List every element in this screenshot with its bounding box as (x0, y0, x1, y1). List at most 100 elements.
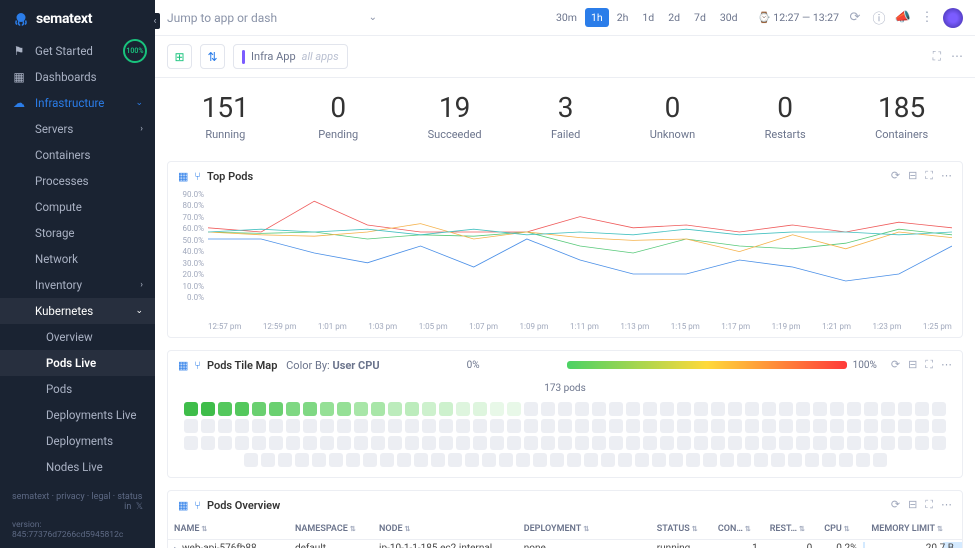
pod-tile[interactable] (371, 436, 385, 450)
pod-tile[interactable] (422, 402, 436, 416)
pod-tile[interactable] (286, 419, 300, 433)
kpi-containers[interactable]: 185Containers (875, 94, 928, 141)
minimize-icon[interactable]: ⊟ (908, 169, 917, 183)
pod-tile[interactable] (575, 419, 589, 433)
pod-tile[interactable] (601, 453, 615, 467)
more-icon[interactable]: ⋯ (941, 498, 952, 512)
time-range-1h[interactable]: 1h (585, 8, 609, 27)
pod-tile[interactable] (830, 436, 844, 450)
pod-tile[interactable] (694, 402, 708, 416)
pod-tile[interactable] (584, 453, 598, 467)
grid-view-button[interactable]: ⊞ (167, 44, 192, 69)
pod-tile[interactable] (541, 402, 555, 416)
sidebar-item-infrastructure[interactable]: ☁ Infrastructure ⌄ (0, 90, 155, 116)
pod-tile[interactable] (822, 453, 836, 467)
pod-tile[interactable] (796, 402, 810, 416)
pod-tile[interactable] (694, 436, 708, 450)
sidebar-item-deployments-live[interactable]: Deployments Live (0, 402, 155, 428)
pod-tile[interactable] (881, 402, 895, 416)
sidebar-item-deployments[interactable]: Deployments (0, 428, 155, 454)
pod-tile[interactable] (728, 402, 742, 416)
pod-tile[interactable] (235, 436, 249, 450)
pod-tile[interactable] (915, 402, 929, 416)
pod-tile[interactable] (320, 402, 334, 416)
logo[interactable]: sematext (0, 0, 155, 38)
pod-tile[interactable] (507, 419, 521, 433)
pod-tile[interactable] (252, 402, 266, 416)
pod-tile[interactable] (898, 402, 912, 416)
kpi-running[interactable]: 151Running (202, 94, 249, 141)
pod-tile[interactable] (779, 419, 793, 433)
pod-tile[interactable] (320, 419, 334, 433)
pod-tile[interactable] (414, 453, 428, 467)
expand-icon[interactable]: ⛶ (925, 169, 933, 183)
settings-icon[interactable]: ⋮ (919, 10, 935, 26)
pod-tile[interactable] (813, 436, 827, 450)
pod-tile[interactable] (371, 419, 385, 433)
kpi-pending[interactable]: 0Pending (318, 94, 358, 141)
filter-icon[interactable]: ⑂ (194, 499, 201, 512)
pod-tile[interactable] (218, 402, 232, 416)
pod-tile[interactable] (898, 419, 912, 433)
sidebar-item-network[interactable]: Network (0, 246, 155, 272)
col-con-[interactable]: CON…⇅ (712, 519, 764, 540)
pod-tile[interactable] (278, 453, 292, 467)
pod-tile[interactable] (456, 436, 470, 450)
social-icons[interactable]: in 𝕏 (124, 502, 143, 512)
pod-tile[interactable] (779, 436, 793, 450)
pod-tile[interactable] (805, 453, 819, 467)
pod-tile[interactable] (796, 419, 810, 433)
pod-tile[interactable] (507, 436, 521, 450)
minimize-icon[interactable]: ⊟ (908, 498, 917, 512)
pod-tile[interactable] (856, 453, 870, 467)
pod-tile[interactable] (881, 436, 895, 450)
pod-tile[interactable] (431, 453, 445, 467)
pod-tile[interactable] (737, 453, 751, 467)
top-pods-chart[interactable]: 90.0%80.0%70.0%60.0%50.0%40.0%30.0%20.0%… (168, 190, 962, 320)
pod-tile[interactable] (711, 402, 725, 416)
pod-tile[interactable] (337, 436, 351, 450)
pod-tile[interactable] (592, 402, 606, 416)
pod-tile[interactable] (728, 436, 742, 450)
time-range-30d[interactable]: 30d (714, 8, 744, 27)
pod-tile[interactable] (575, 402, 589, 416)
pod-tile[interactable] (456, 402, 470, 416)
tile-grid[interactable] (168, 398, 962, 477)
pod-tile[interactable] (898, 436, 912, 450)
pod-tile[interactable] (295, 453, 309, 467)
pod-tile[interactable] (558, 436, 572, 450)
pod-tile[interactable] (609, 419, 623, 433)
sidebar-item-inventory[interactable]: Inventory› (0, 272, 155, 298)
pod-tile[interactable] (354, 436, 368, 450)
expand-icon[interactable]: ⛶ (925, 498, 933, 512)
pod-tile[interactable] (235, 419, 249, 433)
sidebar-item-servers[interactable]: Servers› (0, 116, 155, 142)
pod-tile[interactable] (567, 453, 581, 467)
kpi-succeeded[interactable]: 19Succeeded (428, 94, 482, 141)
sidebar-item-kubernetes[interactable]: Kubernetes⌄ (0, 298, 155, 324)
more-icon[interactable]: ⋯ (941, 358, 952, 372)
jump-to-select[interactable]: Jump to app or dash ⌄ (167, 11, 377, 25)
pod-tile[interactable] (932, 419, 946, 433)
pod-tile[interactable] (465, 453, 479, 467)
pod-tile[interactable] (839, 453, 853, 467)
pod-tile[interactable] (380, 453, 394, 467)
refresh-icon[interactable]: ⟳ (891, 169, 900, 183)
pod-tile[interactable] (252, 419, 266, 433)
pod-tile[interactable] (660, 402, 674, 416)
pod-tile[interactable] (932, 436, 946, 450)
pod-tile[interactable] (303, 419, 317, 433)
pod-tile[interactable] (873, 453, 887, 467)
pod-tile[interactable] (320, 436, 334, 450)
sidebar-item-pods-live[interactable]: Pods Live (0, 350, 155, 376)
pod-tile[interactable] (439, 419, 453, 433)
time-range-1d[interactable]: 1d (636, 8, 660, 27)
app-chip[interactable]: Infra App all apps (233, 44, 348, 69)
pod-tile[interactable] (711, 419, 725, 433)
pod-tile[interactable] (516, 453, 530, 467)
pod-tile[interactable] (558, 419, 572, 433)
pod-tile[interactable] (533, 453, 547, 467)
pod-tile[interactable] (286, 436, 300, 450)
sidebar-item-nodes-live[interactable]: Nodes Live (0, 454, 155, 480)
pod-tile[interactable] (830, 419, 844, 433)
